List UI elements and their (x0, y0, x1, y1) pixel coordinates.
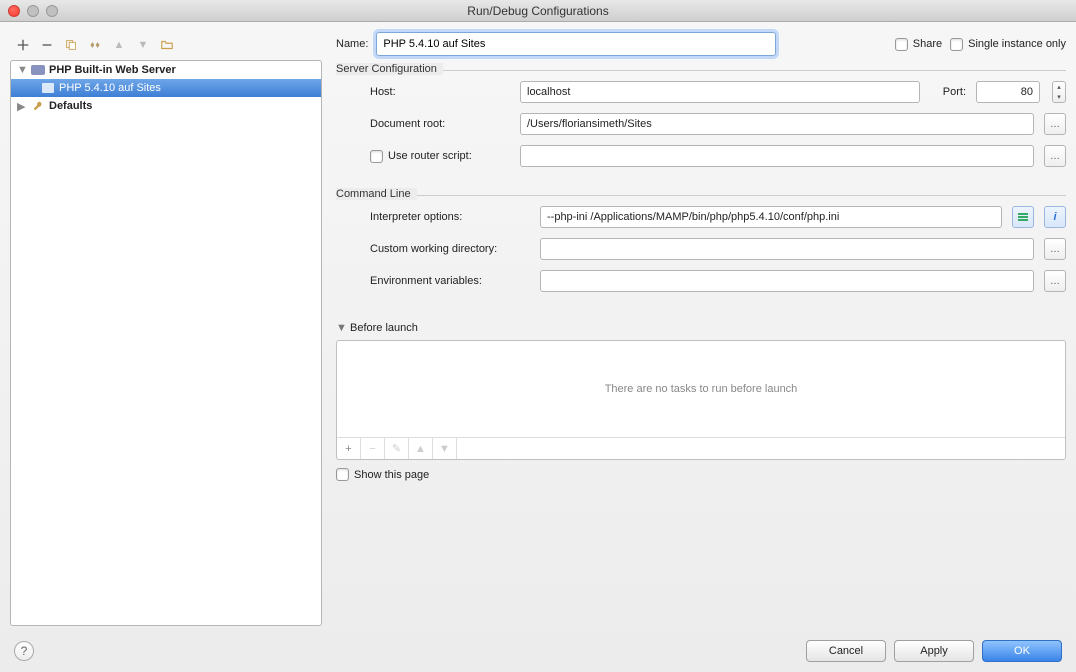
cancel-button[interactable]: Cancel (806, 640, 886, 662)
share-checkbox[interactable]: Share (895, 38, 942, 51)
before-launch-empty-text: There are no tasks to run before launch (337, 341, 1065, 437)
info-icon[interactable]: i (1044, 206, 1066, 228)
env-input[interactable] (540, 270, 1034, 292)
remove-config-button[interactable] (38, 36, 56, 54)
host-input[interactable] (520, 81, 920, 103)
name-label: Name: (336, 38, 368, 50)
tree-node-label: Defaults (49, 100, 92, 112)
browse-cwd-button[interactable]: … (1044, 238, 1066, 260)
minimize-window-icon[interactable] (27, 5, 39, 17)
close-window-icon[interactable] (8, 5, 20, 17)
edit-task-button[interactable]: ✎ (385, 438, 409, 459)
port-stepper[interactable]: ▴▾ (1052, 81, 1066, 103)
cwd-label: Custom working directory: (370, 243, 530, 255)
move-task-up-button[interactable]: ▲ (409, 438, 433, 459)
move-up-icon[interactable]: ▲ (110, 36, 128, 54)
docroot-label: Document root: (370, 118, 510, 130)
docroot-input[interactable] (520, 113, 1034, 135)
copy-config-button[interactable] (62, 36, 80, 54)
php-file-icon (41, 82, 55, 94)
name-input[interactable] (376, 32, 776, 56)
section-server-label: Server Configuration (336, 63, 443, 75)
help-button[interactable]: ? (14, 641, 34, 661)
settings-icon[interactable] (86, 36, 104, 54)
ok-button[interactable]: OK (982, 640, 1062, 662)
move-down-icon[interactable]: ▼ (134, 36, 152, 54)
config-toolbar: ▲ ▼ (10, 32, 322, 58)
router-script-checkbox[interactable]: Use router script: (370, 150, 510, 163)
config-tree[interactable]: ▼ PHP Built-in Web Server PHP 5.4.10 auf… (10, 60, 322, 626)
wrench-icon (31, 100, 45, 112)
cwd-input[interactable] (540, 238, 1034, 260)
chevron-down-icon[interactable]: ▼ (336, 322, 346, 334)
router-script-input[interactable] (520, 145, 1034, 167)
single-instance-checkbox[interactable]: Single instance only (950, 38, 1066, 51)
before-launch-list[interactable]: There are no tasks to run before launch … (336, 340, 1066, 460)
add-task-button[interactable]: + (337, 438, 361, 459)
section-cmd-label: Command Line (336, 188, 417, 200)
chevron-down-icon[interactable]: ▼ (17, 64, 27, 76)
interp-label: Interpreter options: (370, 211, 530, 223)
folder-icon[interactable] (158, 36, 176, 54)
host-label: Host: (370, 86, 510, 98)
tree-node-defaults[interactable]: ▶ Defaults (11, 97, 321, 115)
tree-node-label: PHP Built-in Web Server (49, 64, 176, 76)
php-icon (31, 64, 45, 76)
tree-node-php-server[interactable]: ▼ PHP Built-in Web Server (11, 61, 321, 79)
zoom-window-icon[interactable] (46, 5, 58, 17)
window-title: Run/Debug Configurations (8, 4, 1068, 18)
move-task-down-button[interactable]: ▼ (433, 438, 457, 459)
browse-router-button[interactable]: … (1044, 145, 1066, 167)
remove-task-button[interactable]: − (361, 438, 385, 459)
port-input[interactable] (976, 81, 1040, 103)
show-this-page-checkbox[interactable]: Show this page (336, 468, 1066, 481)
tree-node-config-selected[interactable]: PHP 5.4.10 auf Sites (11, 79, 321, 97)
add-config-button[interactable] (14, 36, 32, 54)
before-launch-label: Before launch (350, 322, 418, 334)
chevron-right-icon[interactable]: ▶ (17, 100, 27, 113)
apply-button[interactable]: Apply (894, 640, 974, 662)
tree-node-label: PHP 5.4.10 auf Sites (59, 82, 161, 94)
interp-input[interactable] (540, 206, 1002, 228)
expand-input-button[interactable] (1012, 206, 1034, 228)
env-label: Environment variables: (370, 275, 530, 287)
titlebar: Run/Debug Configurations (0, 0, 1076, 22)
browse-env-button[interactable]: … (1044, 270, 1066, 292)
port-label: Port: (943, 86, 966, 98)
browse-docroot-button[interactable]: … (1044, 113, 1066, 135)
